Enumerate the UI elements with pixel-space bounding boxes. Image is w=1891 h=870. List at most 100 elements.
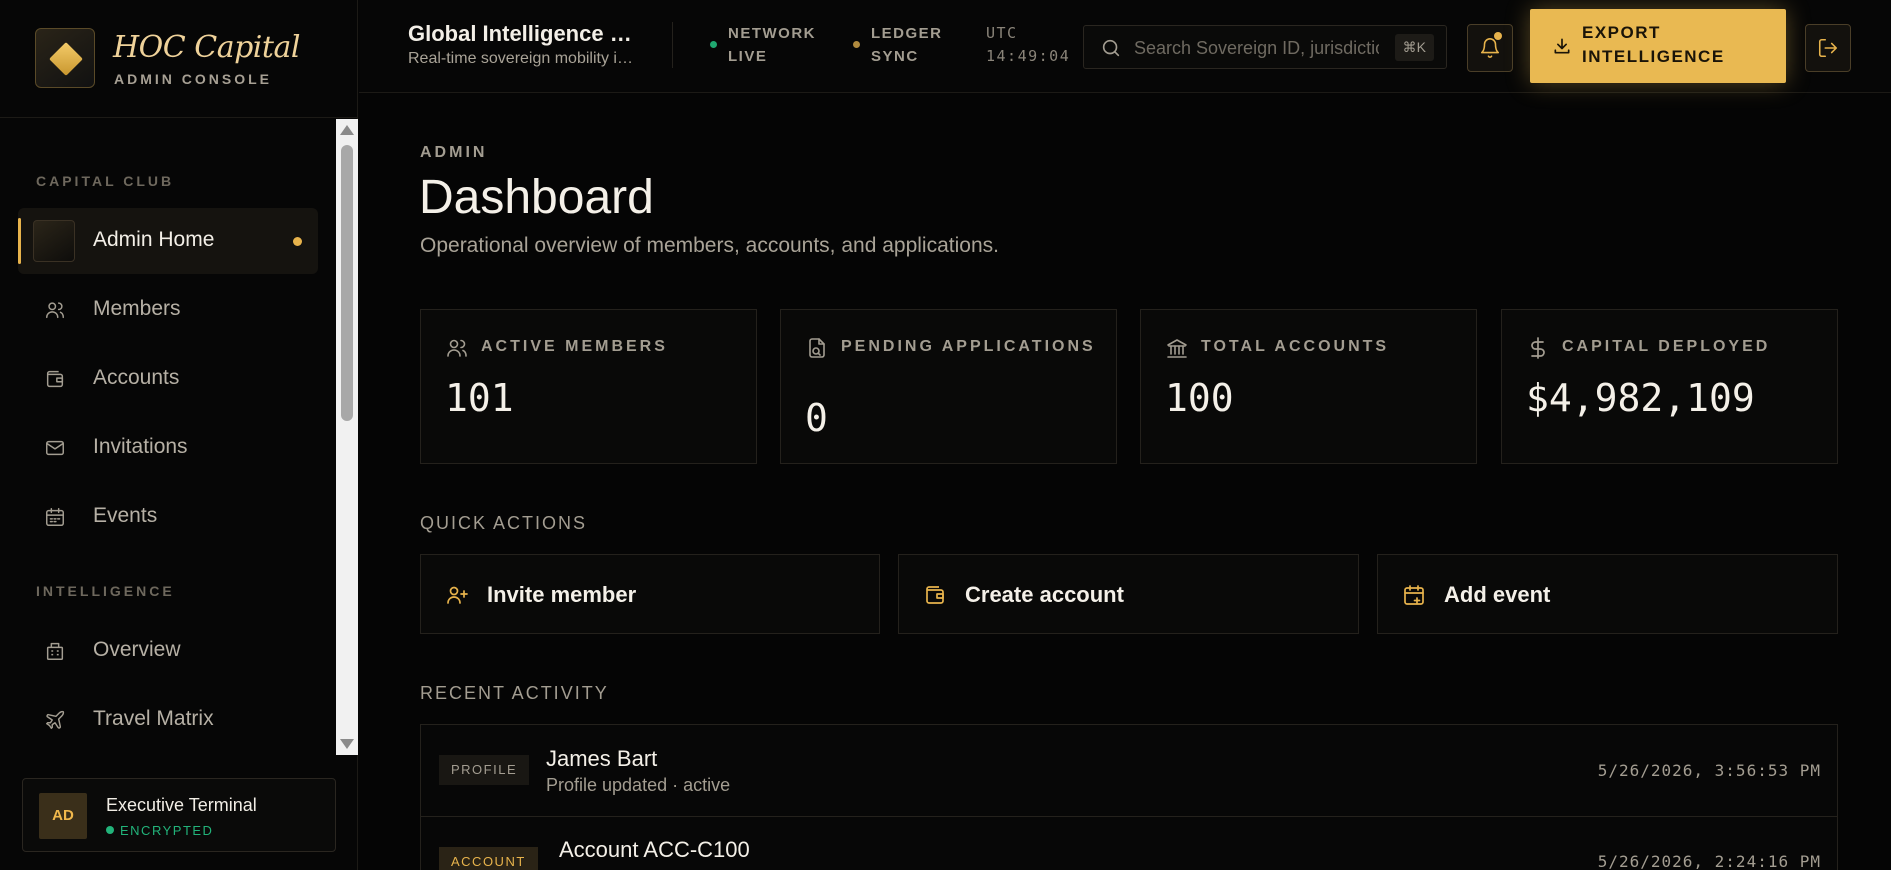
download-icon bbox=[1554, 38, 1570, 54]
executive-terminal-card[interactable]: AD Executive Terminal ENCRYPTED bbox=[22, 778, 336, 852]
network-status-line1: NETWORK bbox=[728, 25, 816, 42]
sidebar-item-invitations[interactable]: Invitations bbox=[18, 415, 318, 481]
wallet-icon bbox=[46, 370, 64, 388]
page-context-subtitle: Real-time sovereign mobility intelligenc… bbox=[408, 50, 638, 67]
stat-label: PENDING APPLICATIONS bbox=[841, 338, 1096, 355]
stat-value: 0 bbox=[805, 396, 828, 440]
active-indicator bbox=[293, 237, 302, 246]
calendar-icon bbox=[46, 508, 64, 526]
stat-value: 100 bbox=[1165, 376, 1234, 420]
stat-value: $4,982,109 bbox=[1526, 376, 1755, 420]
page-context-title: Global Intelligence Dashboard bbox=[408, 21, 638, 46]
home-tile-icon bbox=[33, 220, 75, 262]
notifications-button[interactable] bbox=[1467, 24, 1513, 72]
sidebar-item-overview[interactable]: Overview bbox=[18, 618, 318, 684]
sidebar-item-members[interactable]: Members bbox=[18, 277, 318, 343]
logout-icon bbox=[1818, 38, 1838, 58]
utc-label: UTC bbox=[986, 24, 1018, 42]
recent-activity-list: PROFILE James Bart Profile updated · act… bbox=[420, 724, 1838, 870]
document-search-icon bbox=[809, 338, 825, 358]
calendar-plus-icon bbox=[1404, 585, 1424, 605]
network-status: NETWORK LIVE bbox=[710, 22, 816, 68]
terminal-name: Executive Terminal bbox=[106, 795, 257, 815]
utc-time: 14:49:04 bbox=[986, 47, 1071, 65]
activity-row[interactable]: ACCOUNT Account ACC-C100 5/26/2026, 2:24… bbox=[421, 817, 1837, 870]
activity-row[interactable]: PROFILE James Bart Profile updated · act… bbox=[421, 725, 1837, 817]
ledger-status-line1: LEDGER bbox=[871, 25, 943, 42]
export-label: EXPORT INTELLIGENCE bbox=[1582, 23, 1725, 66]
create-account-button[interactable]: Create account bbox=[898, 554, 1359, 634]
terminal-status-text: ENCRYPTED bbox=[120, 823, 214, 838]
main-content: ADMIN Dashboard Operational overview of … bbox=[359, 94, 1891, 870]
sidebar-item-travel-matrix[interactable]: Travel Matrix bbox=[18, 687, 318, 753]
search-box[interactable]: ⌘K bbox=[1083, 25, 1447, 69]
divider bbox=[672, 22, 673, 68]
dollar-icon bbox=[1531, 337, 1545, 359]
stat-label: CAPITAL DEPLOYED bbox=[1562, 338, 1771, 355]
scrollbar-thumb[interactable] bbox=[341, 145, 353, 421]
sidebar-item-events[interactable]: Events bbox=[18, 484, 318, 550]
activity-type-badge: PROFILE bbox=[439, 755, 530, 785]
stat-card-capital-deployed: CAPITAL DEPLOYED $4,982,109 bbox=[1501, 309, 1838, 464]
activity-timestamp: 5/26/2026, 2:24:16 PM bbox=[1597, 852, 1821, 870]
stat-card-total-accounts: TOTAL ACCOUNTS 100 bbox=[1140, 309, 1477, 464]
ledger-status-line2: SYNC bbox=[871, 48, 919, 65]
activity-title: Account ACC-C100 bbox=[559, 837, 750, 862]
search-icon bbox=[1102, 39, 1120, 57]
sidebar-item-accounts[interactable]: Accounts bbox=[18, 346, 318, 412]
sidebar: HOC Capital ADMIN CONSOLE CAPITAL CLUB A… bbox=[0, 0, 358, 870]
nav-section-capital-club: CAPITAL CLUB bbox=[36, 173, 175, 189]
network-status-line2: LIVE bbox=[728, 48, 768, 65]
stat-card-pending-applications: PENDING APPLICATIONS 0 bbox=[780, 309, 1117, 464]
utc-clock: UTC 14:49:04 bbox=[986, 22, 1070, 68]
stat-label: ACTIVE MEMBERS bbox=[481, 338, 668, 355]
stat-value: 101 bbox=[445, 376, 514, 420]
page-title: Dashboard bbox=[419, 171, 654, 224]
activity-title: James Bart bbox=[546, 746, 658, 771]
status-dot-icon bbox=[853, 41, 860, 48]
stat-card-active-members: ACTIVE MEMBERS 101 bbox=[420, 309, 757, 464]
add-event-button[interactable]: Add event bbox=[1377, 554, 1838, 634]
activity-description: Profile updated · active bbox=[546, 775, 731, 795]
search-input[interactable] bbox=[1134, 35, 1379, 61]
users-icon bbox=[46, 302, 64, 319]
sidebar-item-admin-home[interactable]: Admin Home bbox=[18, 208, 318, 274]
sidebar-item-label: Events bbox=[93, 504, 158, 527]
status-dot-icon bbox=[710, 41, 717, 48]
mail-icon bbox=[46, 440, 64, 456]
quick-action-label: Add event bbox=[1444, 582, 1551, 607]
nav-section-intelligence: INTELLIGENCE bbox=[36, 583, 175, 599]
stat-label: TOTAL ACCOUNTS bbox=[1201, 338, 1390, 355]
search-shortcut-badge: ⌘K bbox=[1394, 34, 1434, 61]
brand-subtitle: ADMIN CONSOLE bbox=[114, 71, 272, 87]
brand-header: HOC Capital ADMIN CONSOLE bbox=[0, 0, 358, 118]
bank-icon bbox=[1167, 339, 1187, 358]
export-intelligence-button[interactable]: EXPORT INTELLIGENCE bbox=[1530, 9, 1786, 83]
quick-action-label: Invite member bbox=[487, 582, 637, 607]
breadcrumb: ADMIN bbox=[420, 144, 488, 161]
terminal-status: ENCRYPTED bbox=[106, 823, 213, 838]
users-icon bbox=[447, 339, 467, 357]
status-dot-icon bbox=[106, 826, 114, 834]
sidebar-item-label: Travel Matrix bbox=[93, 707, 214, 730]
notification-dot bbox=[1494, 32, 1502, 40]
invite-member-button[interactable]: Invite member bbox=[420, 554, 880, 634]
top-bar: Global Intelligence Dashboard Real-time … bbox=[359, 0, 1891, 93]
scroll-down-arrow-icon[interactable] bbox=[340, 739, 354, 749]
brand-name: HOC Capital bbox=[113, 30, 300, 65]
quick-actions-heading: QUICK ACTIONS bbox=[420, 513, 588, 533]
sidebar-item-label: Overview bbox=[93, 638, 181, 661]
avatar: AD bbox=[39, 793, 87, 839]
logout-button[interactable] bbox=[1805, 24, 1851, 72]
wallet-icon bbox=[926, 586, 944, 604]
ledger-status: LEDGER SYNC bbox=[853, 22, 943, 68]
sidebar-item-label: Accounts bbox=[93, 366, 180, 389]
sidebar-scrollbar[interactable] bbox=[336, 119, 358, 755]
brand-logo-icon[interactable] bbox=[35, 28, 95, 88]
sidebar-item-label: Admin Home bbox=[93, 228, 215, 251]
activity-timestamp: 5/26/2026, 3:56:53 PM bbox=[1597, 761, 1821, 780]
quick-action-label: Create account bbox=[965, 582, 1124, 607]
building-icon bbox=[46, 642, 64, 660]
sidebar-item-label: Members bbox=[93, 297, 181, 320]
scroll-up-arrow-icon[interactable] bbox=[340, 125, 354, 135]
